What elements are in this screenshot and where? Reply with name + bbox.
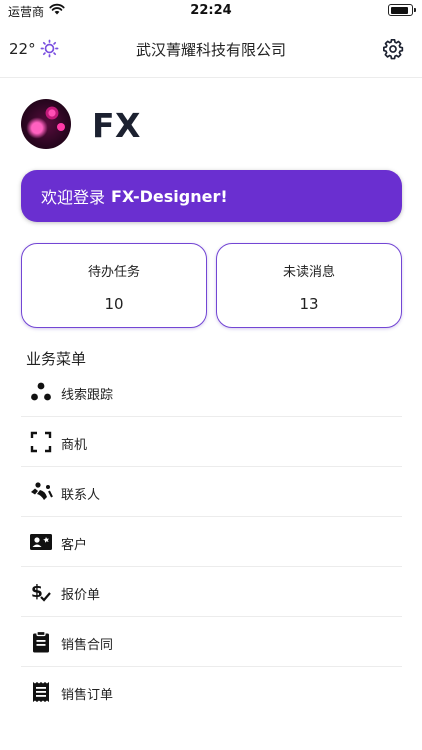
focus-frame-icon	[30, 431, 52, 453]
card-value: 10	[104, 295, 124, 313]
menu-item-label: 销售订单	[61, 688, 114, 703]
menu-item-label: 销售合同	[61, 638, 114, 653]
menu-item-label: 线索跟踪	[61, 388, 114, 403]
menu-item-orders[interactable]: 销售订单	[21, 667, 402, 717]
username: FX	[92, 106, 141, 145]
status-bar: 运营商 22:24	[0, 0, 422, 22]
card-label: 未读消息	[282, 265, 335, 280]
gear-icon[interactable]	[382, 38, 404, 60]
dots-icon	[31, 382, 51, 401]
menu-item-leads[interactable]: 线索跟踪	[21, 367, 402, 417]
menu-item-label: 客户	[61, 538, 88, 553]
menu-item-label: 联系人	[61, 488, 101, 503]
dollar-check-icon: $	[31, 582, 51, 602]
card-label: 待办任务	[87, 265, 140, 280]
receipt-icon	[33, 682, 49, 702]
avatar[interactable]	[21, 99, 71, 149]
clipboard-icon	[33, 630, 49, 653]
todo-tasks-card[interactable]: 待办任务 10	[21, 243, 207, 328]
id-card-icon	[30, 534, 52, 550]
menu-item-label: 商机	[61, 438, 88, 453]
menu-item-contacts[interactable]: 联系人	[21, 467, 402, 517]
menu-item-label: 报价单	[61, 588, 101, 603]
card-value: 13	[299, 295, 319, 313]
menu-item-quotes[interactable]: $ 报价单	[21, 567, 402, 617]
contacts-icon	[31, 482, 53, 500]
svg-text:$: $	[31, 582, 43, 602]
business-menu: 线索跟踪 商机 联系人 客户 $ 报价单 销售合同 销售订单	[21, 367, 402, 717]
battery-icon	[388, 4, 416, 16]
menu-title: 业务菜单	[26, 350, 87, 368]
menu-item-customers[interactable]: 客户	[21, 517, 402, 567]
menu-item-contracts[interactable]: 销售合同	[21, 617, 402, 667]
welcome-text: 欢迎登录	[41, 188, 106, 207]
page-title: 武汉菁耀科技有限公司	[135, 41, 286, 59]
unread-messages-card[interactable]: 未读消息 13	[216, 243, 402, 328]
welcome-brand: FX-Designer!	[111, 186, 228, 206]
welcome-banner[interactable]: 欢迎登录 FX-Designer!	[21, 170, 402, 222]
clock: 22:24	[190, 3, 232, 18]
menu-item-opportunities[interactable]: 商机	[21, 417, 402, 467]
nav-bar: 22° 武汉菁耀科技有限公司	[0, 22, 422, 78]
